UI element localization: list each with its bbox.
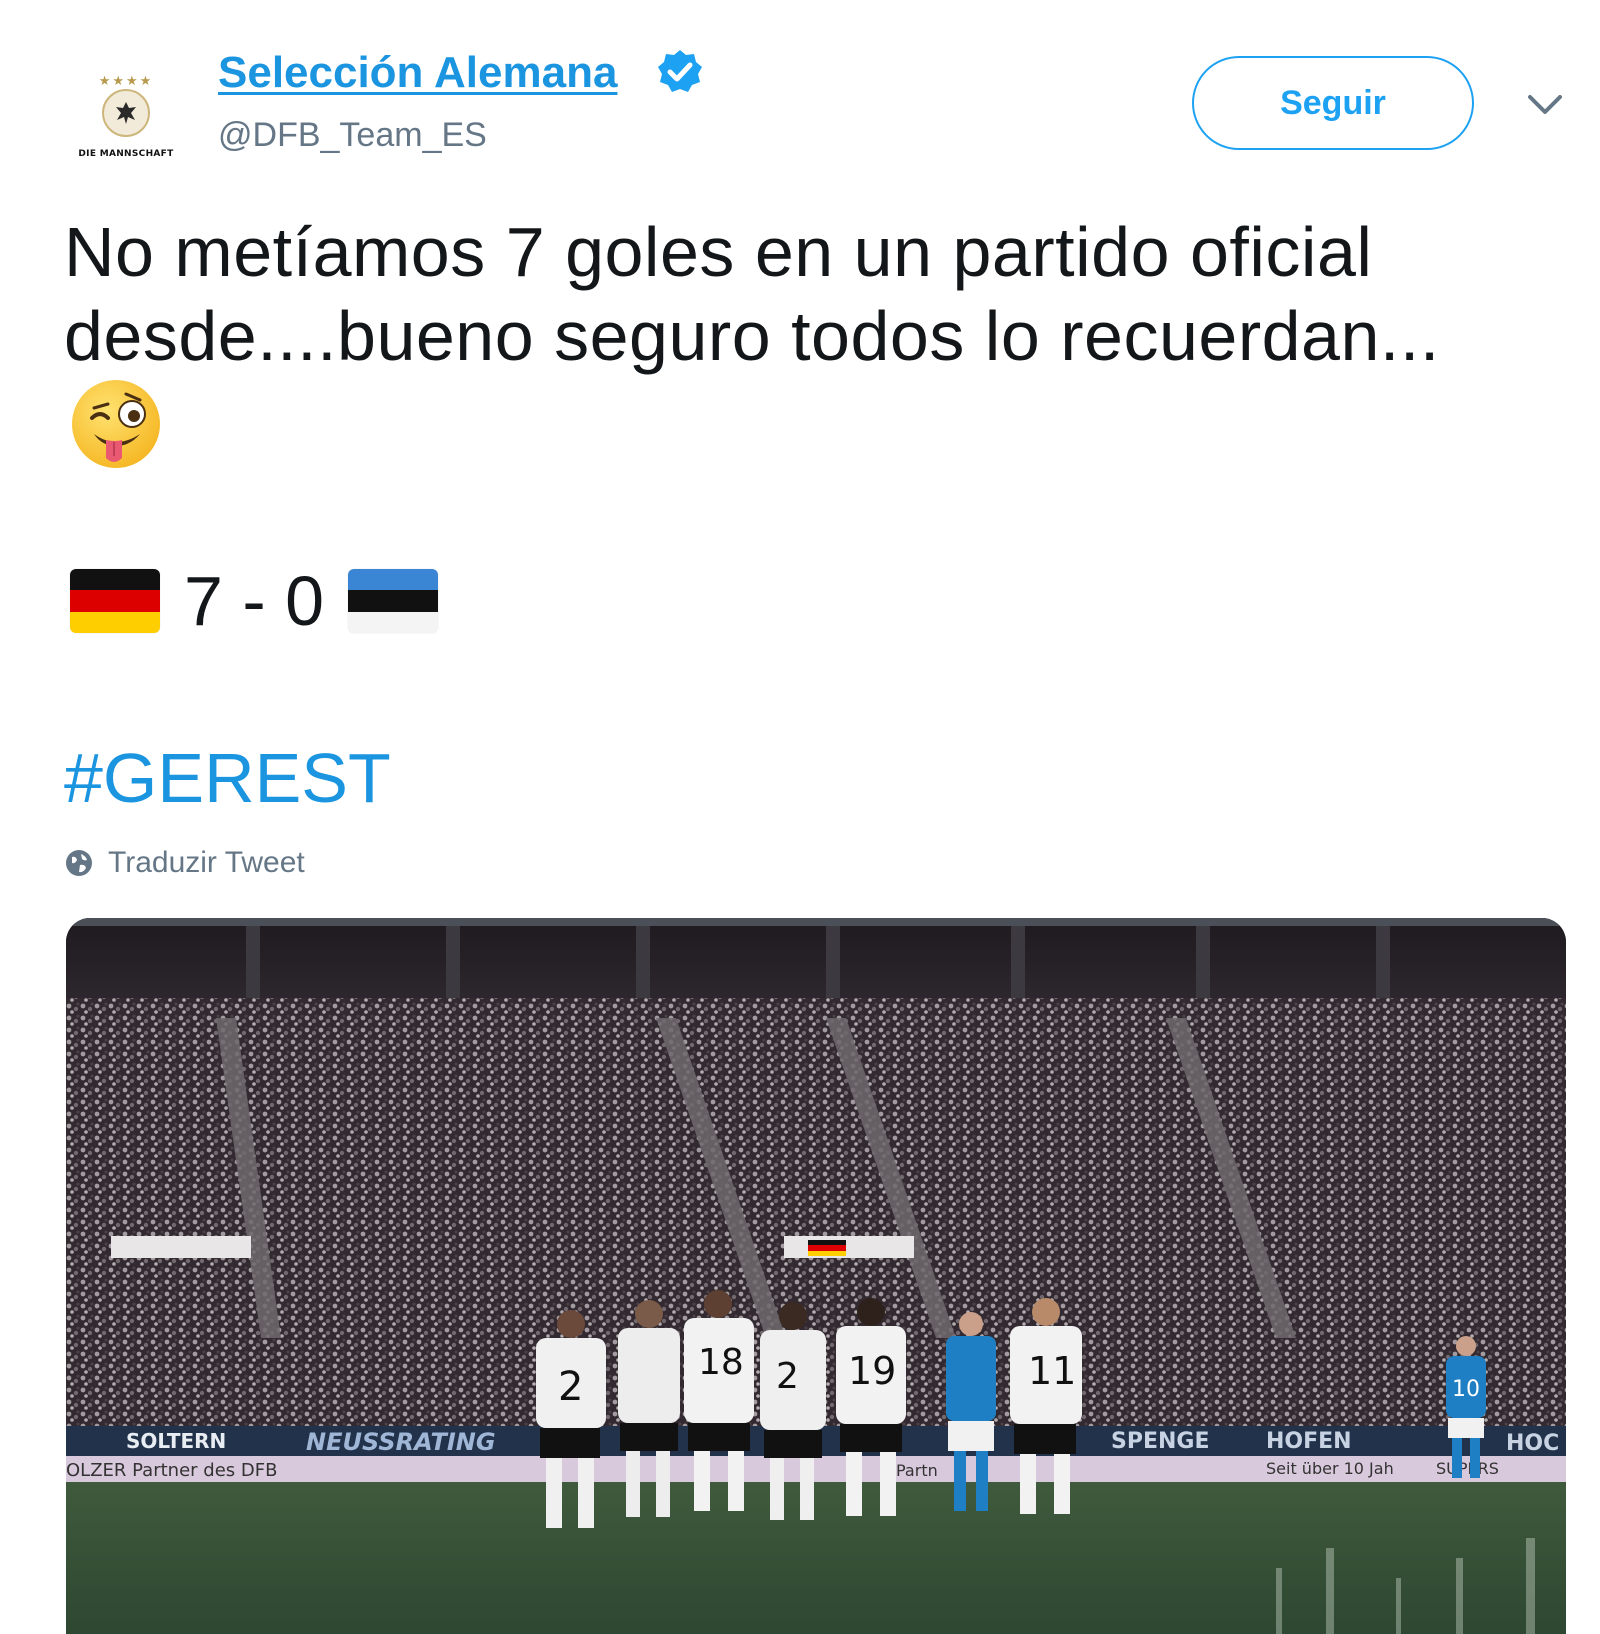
jersey-number: 19: [848, 1349, 896, 1393]
jersey-number: 2: [776, 1356, 799, 1397]
translate-tweet-label: Traduzir Tweet: [108, 846, 305, 879]
estonia-flag-icon: [348, 569, 439, 633]
ad-board-text: Seit über 10 Jah: [1266, 1459, 1394, 1478]
ad-board-text: SUPERS: [1436, 1459, 1499, 1478]
score-row: 7 - 0: [70, 562, 439, 640]
ad-board-text: HOC: [1506, 1431, 1559, 1456]
tweet-photo[interactable]: SOLTERN NEUSSRATING OLZER Partner des DF…: [66, 918, 1566, 1634]
translate-tweet-link[interactable]: Traduzir Tweet: [64, 846, 305, 880]
germany-flag-icon: [70, 569, 160, 633]
tweet-text-line: No metíamos 7 goles en un partido oficia…: [64, 213, 1373, 291]
score-text: 7 - 0: [184, 562, 325, 640]
ad-board-text: Partn: [896, 1461, 938, 1480]
jersey-number: 10: [1452, 1377, 1480, 1402]
hashtag-link[interactable]: #GEREST: [64, 738, 391, 818]
ad-board-text: SPENGE: [1111, 1429, 1210, 1454]
ad-board-text: SOLTERN: [126, 1429, 226, 1453]
avatar-wordmark: DIE MANNSCHAFT: [78, 148, 174, 159]
globe-icon: [66, 850, 92, 876]
chevron-down-icon[interactable]: [1526, 92, 1564, 118]
jersey-number: 11: [1028, 1349, 1076, 1393]
ad-board-text: HOFEN: [1266, 1429, 1352, 1454]
jersey-number: 18: [698, 1342, 744, 1383]
winking-face-with-tongue-icon: [72, 380, 160, 468]
author-handle[interactable]: @DFB_Team_ES: [218, 116, 487, 155]
stadium-photo: SOLTERN NEUSSRATING OLZER Partner des DF…: [66, 918, 1566, 1634]
ad-board-text: NEUSSRATING: [306, 1428, 496, 1456]
dfb-eagle-icon: [102, 88, 150, 137]
verified-badge-icon: [658, 50, 702, 92]
follow-button[interactable]: Seguir: [1192, 56, 1474, 150]
author-avatar[interactable]: ★★★★ DIE MANNSCHAFT: [70, 60, 182, 172]
tweet-page: ★★★★ DIE MANNSCHAFT Selección Alemana @D…: [0, 0, 1600, 1634]
ad-board-text: OLZER Partner des DFB: [66, 1460, 277, 1481]
tweet-text: No metíamos 7 goles en un partido oficia…: [64, 210, 1564, 378]
avatar-stars: ★★★★: [98, 72, 154, 88]
author-name[interactable]: Selección Alemana: [218, 48, 617, 98]
tweet-text-line: desde....bueno seguro todos lo recuerdan…: [64, 297, 1440, 375]
jersey-number: 2: [558, 1364, 583, 1410]
